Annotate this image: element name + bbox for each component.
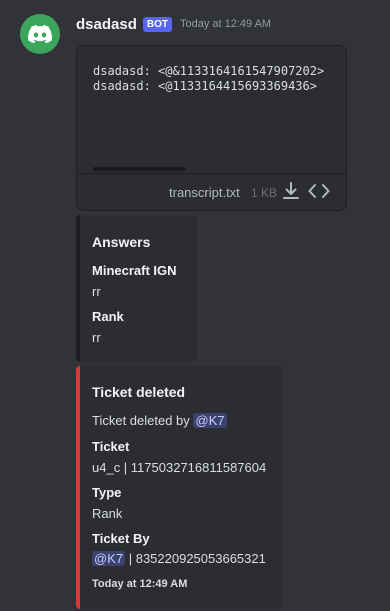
text-preview: dsadasd: <@&1133164161547907202> dsadasd:… xyxy=(93,64,338,94)
code-icon[interactable] xyxy=(308,181,330,201)
preview-line: dsadasd: <@1133164415693369436> xyxy=(93,79,317,93)
answers-embed: Answers Minecraft IGN rr Rank rr xyxy=(76,215,197,362)
preview-line: dsadasd: <@&1133164161547907202> xyxy=(93,64,325,78)
field-name: Ticket xyxy=(92,439,130,454)
embed-title: Ticket deleted xyxy=(92,384,186,400)
field-name: Type xyxy=(92,485,122,500)
field-value: @K7 | 835220925053665321 xyxy=(92,551,266,566)
embed-footer-timestamp: Today at 12:49 AM xyxy=(92,578,188,590)
description-text: Ticket deleted by xyxy=(92,413,194,428)
field-value: rr xyxy=(92,330,101,345)
message-timestamp[interactable]: Today at 12:49 AM xyxy=(180,18,271,30)
horizontal-scrollbar[interactable] xyxy=(93,167,186,171)
file-attachment: dsadasd: <@&1133164161547907202> dsadasd:… xyxy=(76,45,347,211)
field-value: Rank xyxy=(92,506,123,521)
field-name: Rank xyxy=(92,309,124,324)
field-value: rr xyxy=(92,284,101,299)
bot-badge: BOT xyxy=(142,16,172,32)
field-name: Minecraft IGN xyxy=(92,263,177,278)
user-mention[interactable]: @K7 xyxy=(193,413,227,428)
embed-description: Ticket deleted by @K7 xyxy=(92,413,227,428)
message-header: dsadasd BOT Today at 12:49 AM xyxy=(76,14,271,34)
attachment-filename[interactable]: transcript.txt xyxy=(169,185,240,200)
ticket-deleted-embed: Ticket deleted Ticket deleted by @K7 Tic… xyxy=(76,366,282,609)
download-icon[interactable] xyxy=(281,181,301,201)
discord-logo-icon xyxy=(28,25,52,43)
attachment-footer: transcript.txt 1 KB xyxy=(77,173,346,210)
field-value: u4_c | 1175032716811587604 xyxy=(92,460,267,475)
field-name: Ticket By xyxy=(92,531,150,546)
embed-title: Answers xyxy=(92,234,151,250)
user-id: | 835220925053665321 xyxy=(125,551,266,566)
bot-avatar[interactable] xyxy=(20,14,60,54)
user-mention[interactable]: @K7 xyxy=(92,551,126,566)
username[interactable]: dsadasd xyxy=(76,16,137,33)
attachment-filesize: 1 KB xyxy=(251,186,278,200)
